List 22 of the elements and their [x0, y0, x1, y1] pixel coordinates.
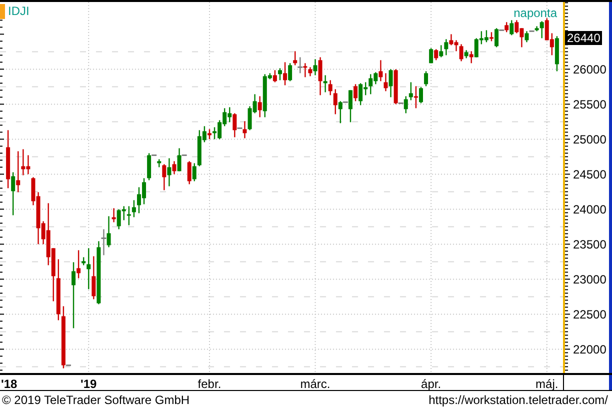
- symbol-marker: [0, 4, 5, 18]
- period-label: naponta: [514, 5, 557, 22]
- axis-label: '19: [80, 377, 97, 391]
- axis-label: 26000: [573, 62, 606, 77]
- axis-label: '18: [1, 377, 18, 391]
- website-link[interactable]: https://workstation.teletrader.com/: [428, 391, 608, 409]
- axis-label: ápr.: [421, 377, 442, 391]
- copyright-text: © 2019 TeleTrader Software GmbH: [2, 392, 190, 409]
- axis-label: 24500: [573, 168, 606, 182]
- last-price-label: 26440: [565, 31, 602, 46]
- axis-label: 24000: [573, 202, 606, 217]
- axis-corner-panel: [563, 375, 612, 390]
- axis-label: 25500: [573, 98, 606, 112]
- axis-label: máj.: [536, 377, 558, 391]
- axis-label: 25000: [573, 132, 606, 147]
- axis-label: 22000: [573, 342, 606, 357]
- symbol-label: IDJI: [8, 3, 30, 20]
- axis-label: 23500: [573, 238, 606, 252]
- axis-label: 23000: [573, 272, 606, 287]
- axis-label: márc.: [300, 377, 330, 391]
- axis-label: febr.: [198, 377, 222, 391]
- axis-label: 22500: [573, 308, 606, 322]
